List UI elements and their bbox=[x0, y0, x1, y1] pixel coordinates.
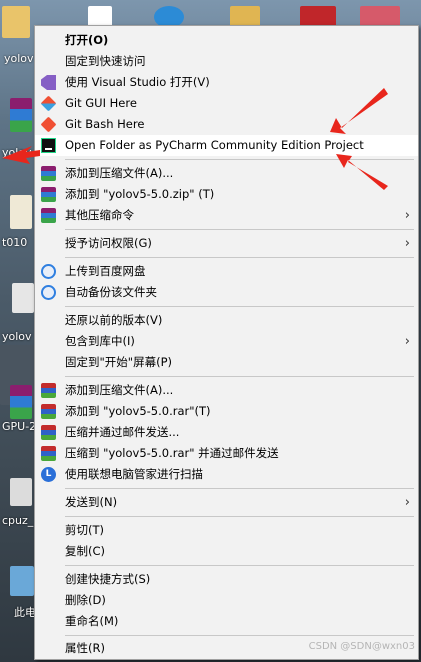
annotation-arrows bbox=[2, 88, 388, 190]
upper-right-arrow-icon bbox=[330, 88, 388, 134]
lower-right-arrow-icon bbox=[336, 154, 388, 190]
left-arrow-icon bbox=[2, 146, 40, 164]
watermark: CSDN @SDN@wxn03 bbox=[308, 641, 415, 652]
